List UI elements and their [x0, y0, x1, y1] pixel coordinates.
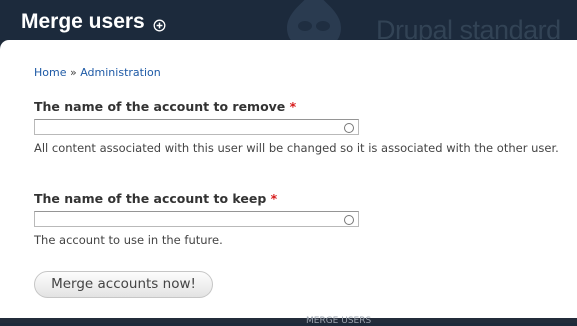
drupal-drop-icon — [287, 0, 341, 40]
required-marker: * — [270, 191, 278, 206]
breadcrumb-separator: » — [69, 66, 77, 79]
autocomplete-throbber-icon — [344, 123, 354, 133]
admin-header: Drupal standard Merge users — [0, 0, 577, 40]
remove-account-input[interactable] — [34, 119, 359, 135]
keep-account-label-text: The name of the account to keep — [34, 191, 267, 206]
required-marker: * — [289, 99, 297, 114]
remove-account-label-text: The name of the account to remove — [34, 99, 286, 114]
autocomplete-throbber-icon — [344, 215, 354, 225]
remove-account-label: The name of the account to remove * — [34, 99, 296, 114]
footer-partial-text: MERGE USERS — [306, 316, 372, 326]
site-name[interactable]: Drupal standard — [376, 15, 561, 40]
footer-strip — [0, 318, 577, 323]
breadcrumb-home-link[interactable]: Home — [34, 66, 66, 79]
breadcrumb: Home » Administration — [34, 66, 161, 79]
add-shortcut-icon[interactable] — [153, 19, 166, 32]
keep-account-description: The account to use in the future. — [34, 233, 223, 247]
remove-account-description: All content associated with this user wi… — [34, 141, 559, 155]
page-title: Merge users — [21, 10, 145, 33]
breadcrumb-administration-link[interactable]: Administration — [80, 66, 161, 79]
keep-account-input[interactable] — [34, 211, 359, 227]
merge-accounts-button[interactable]: Merge accounts now! — [34, 271, 213, 298]
keep-account-label: The name of the account to keep * — [34, 191, 277, 206]
